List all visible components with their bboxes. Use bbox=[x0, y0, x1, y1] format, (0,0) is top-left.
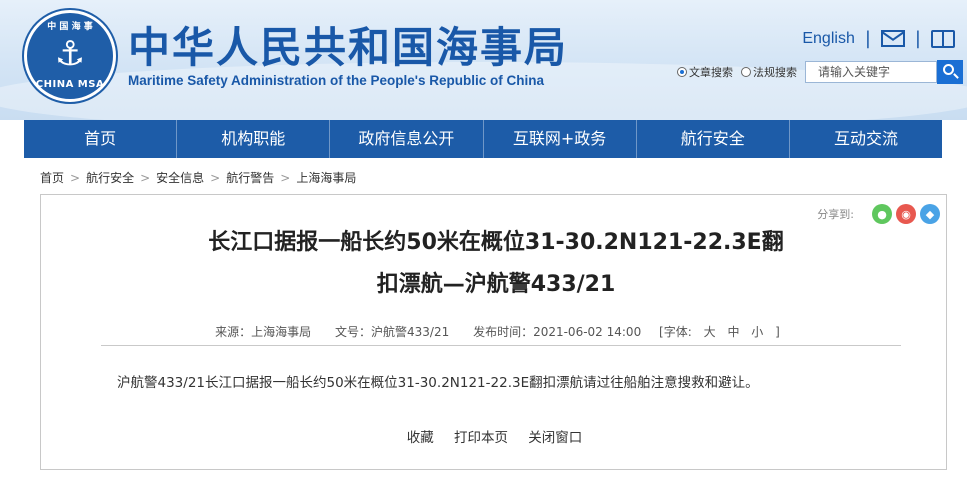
nav-item-gov-info[interactable]: 政府信息公开 bbox=[330, 120, 484, 158]
breadcrumb-item[interactable]: 航行警告 bbox=[226, 169, 274, 186]
qq-icon[interactable]: ◆ bbox=[920, 204, 940, 224]
logo-top-text: 中 国 海 事 bbox=[47, 22, 93, 32]
weibo-icon[interactable]: ◉ bbox=[896, 204, 916, 224]
breadcrumb: 首页 > 航行安全 > 安全信息 > 航行警告 > 上海海事局 bbox=[40, 169, 356, 186]
article-meta: 来源：上海海事局 文号：沪航警433/21 发布时间：2021-06-02 14… bbox=[41, 323, 948, 340]
main-nav: 首页 机构职能 政府信息公开 互联网+政务 航行安全 互动交流 bbox=[24, 120, 942, 158]
breadcrumb-separator: > bbox=[280, 170, 291, 185]
breadcrumb-item[interactable]: 航行安全 bbox=[86, 169, 134, 186]
site-header: 中 国 海 事 ⚓ CHINA MSA 中华人民共和国海事局 Maritime … bbox=[0, 0, 967, 120]
search-button[interactable] bbox=[937, 60, 963, 84]
radio-law-label: 法规搜索 bbox=[753, 66, 797, 79]
search-icon bbox=[943, 64, 954, 75]
nav-item-home[interactable]: 首页 bbox=[24, 120, 178, 158]
breadcrumb-separator: > bbox=[70, 170, 81, 185]
font-medium-button[interactable]: 中 bbox=[727, 325, 739, 339]
nav-item-internet-gov[interactable]: 互联网+政务 bbox=[484, 120, 637, 158]
meta-published: 发布时间：2021-06-02 14:00 bbox=[473, 325, 642, 339]
font-small-button[interactable]: 小 bbox=[751, 325, 763, 339]
top-link-separator: | bbox=[864, 28, 871, 49]
anchor-icon: ⚓ bbox=[54, 34, 86, 74]
radio-dot[interactable] bbox=[741, 67, 751, 77]
font-large-button[interactable]: 大 bbox=[704, 325, 716, 339]
top-link-separator: | bbox=[914, 28, 921, 49]
nav-item-functions[interactable]: 机构职能 bbox=[177, 120, 331, 158]
breadcrumb-item[interactable]: 首页 bbox=[40, 169, 64, 186]
top-links: English | | bbox=[802, 28, 955, 49]
font-size-end: ] bbox=[775, 325, 780, 339]
radio-article-label: 文章搜索 bbox=[689, 66, 733, 79]
site-title-cn[interactable]: 中华人民共和国海事局 bbox=[128, 14, 568, 75]
nav-item-interaction[interactable]: 互动交流 bbox=[790, 120, 942, 158]
wechat-icon[interactable]: ● bbox=[872, 204, 892, 224]
meta-divider bbox=[101, 345, 901, 346]
radio-dot-selected[interactable] bbox=[677, 67, 687, 77]
msa-logo[interactable]: 中 国 海 事 ⚓ CHINA MSA bbox=[24, 10, 116, 102]
article-title: 长江口据报一船长约50米在概位31-30.2N121-22.3E翻 扣漂航—沪航… bbox=[131, 222, 861, 306]
book-icon[interactable] bbox=[931, 29, 955, 48]
logo-bottom-text: CHINA MSA bbox=[35, 79, 105, 90]
search-input[interactable]: 请输入关键字 bbox=[805, 61, 937, 83]
font-size-switcher: [字体: 大 中 小 ] bbox=[655, 325, 784, 339]
close-window-link[interactable]: 关闭窗口 bbox=[528, 430, 582, 446]
article-container: 分享到: ● ◉ ◆ 长江口据报一船长约50米在概位31-30.2N121-22… bbox=[40, 194, 947, 470]
nav-item-navigation-safety[interactable]: 航行安全 bbox=[637, 120, 790, 158]
english-link[interactable]: English bbox=[802, 30, 854, 48]
site-title-en[interactable]: Maritime Safety Administration of the Pe… bbox=[128, 73, 544, 88]
article-actions: 收藏 打印本页 关闭窗口 bbox=[41, 426, 948, 446]
font-size-label: [字体: bbox=[659, 325, 692, 339]
article-title-line: 长江口据报一船长约50米在概位31-30.2N121-22.3E翻 bbox=[208, 230, 784, 255]
print-link[interactable]: 打印本页 bbox=[454, 430, 508, 446]
radio-law-search[interactable]: 法规搜索 bbox=[741, 64, 797, 80]
breadcrumb-separator: > bbox=[210, 170, 221, 185]
search-bar: 文章搜索 法规搜索 请输入关键字 bbox=[677, 60, 963, 84]
article-body: 沪航警433/21长江口据报一船长约50米在概位31-30.2N121-22.3… bbox=[117, 375, 759, 391]
article-title-line: 扣漂航—沪航警433/21 bbox=[376, 272, 616, 297]
share-bar: 分享到: ● ◉ ◆ bbox=[817, 204, 940, 224]
share-label: 分享到: bbox=[817, 208, 854, 221]
mail-icon[interactable] bbox=[880, 30, 905, 47]
meta-doc-number: 文号：沪航警433/21 bbox=[335, 325, 450, 339]
breadcrumb-separator: > bbox=[140, 170, 151, 185]
meta-source: 来源：上海海事局 bbox=[215, 325, 312, 339]
breadcrumb-item[interactable]: 上海海事局 bbox=[296, 169, 356, 186]
favorite-link[interactable]: 收藏 bbox=[407, 430, 434, 446]
breadcrumb-item[interactable]: 安全信息 bbox=[156, 169, 204, 186]
radio-article-search[interactable]: 文章搜索 bbox=[677, 64, 733, 80]
